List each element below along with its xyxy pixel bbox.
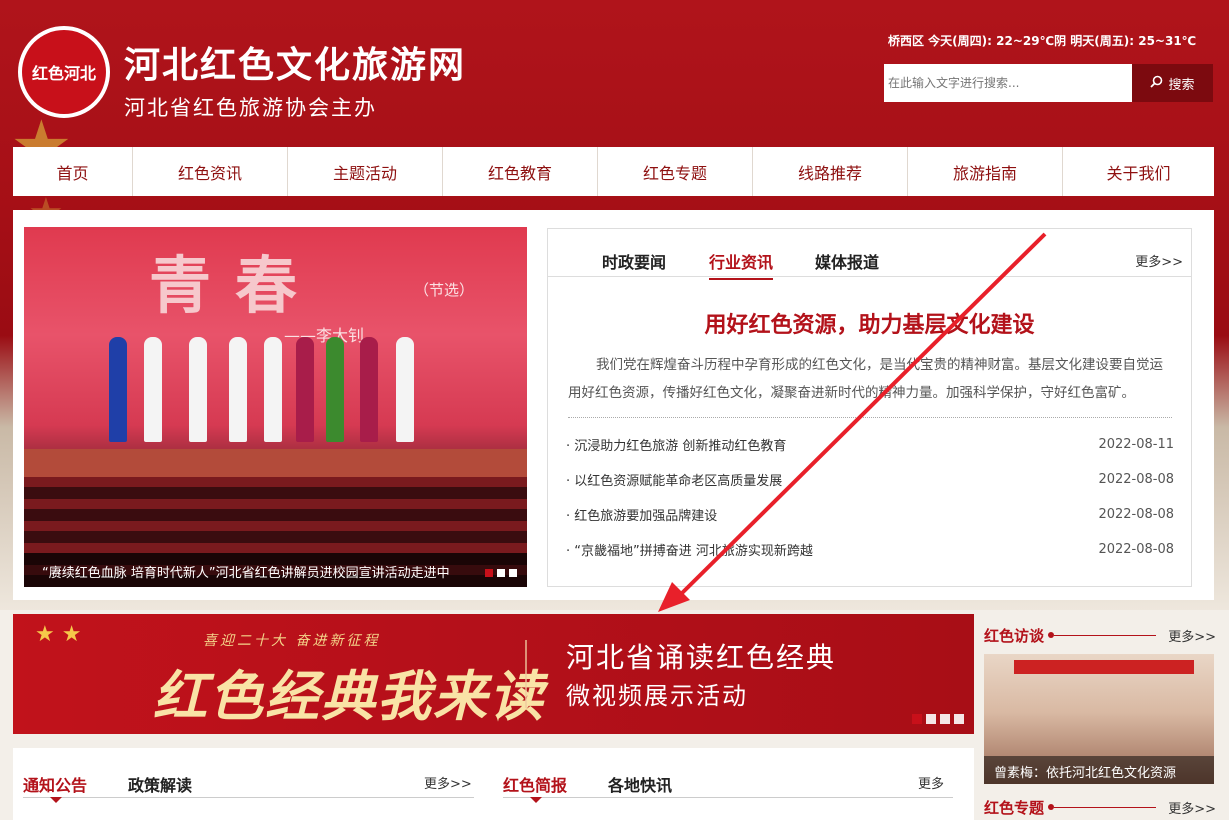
news-slideshow[interactable]: 青春 （节选） ——李大钊 “赓续红色血脉 培育时代新人”河北省红色讲解员进校园…: [24, 227, 527, 587]
notices-more-link[interactable]: 更多>>: [424, 773, 472, 792]
news-summary: 我们党在辉煌奋斗历程中孕育形成的红色文化，是当代宝贵的精神财富。基层文化建设要自…: [568, 357, 1163, 401]
news-list: · 沉浸助力红色旅游 创新推动红色教育 2022-08-11 · 以红色资源赋能…: [566, 427, 1174, 567]
nav-item-about-us[interactable]: 关于我们: [1063, 147, 1214, 196]
news-item-date: 2022-08-08: [1098, 472, 1174, 487]
nav-item-red-education[interactable]: 红色教育: [443, 147, 598, 196]
news-more-link[interactable]: 更多>>: [1135, 251, 1183, 270]
site-subtitle: 河北省红色旅游协会主办: [124, 96, 377, 120]
slide-backdrop-note: （节选）: [414, 281, 475, 299]
list-item[interactable]: · 红色旅游要加强品牌建设 2022-08-08: [566, 497, 1174, 532]
news-item-title: · “京畿福地”拼搏奋进 河北旅游实现新跨越: [566, 544, 813, 559]
logo-text: 红色河北: [31, 64, 96, 83]
slide-dot[interactable]: [485, 569, 493, 577]
sidebar-topics-header: 红色专题 更多>>: [984, 796, 1216, 818]
banner-right-line1: 河北省诵读红色经典: [566, 641, 837, 674]
stage-person: [229, 337, 247, 442]
search-icon: [1150, 75, 1163, 92]
news-item-title: · 红色旅游要加强品牌建设: [566, 509, 718, 524]
sidebar-interviews-more[interactable]: 更多>>: [1168, 626, 1216, 645]
slide-dot[interactable]: [509, 569, 517, 577]
slide-dot[interactable]: [497, 569, 505, 577]
banner-dot[interactable]: [912, 714, 922, 724]
tab-media-reports[interactable]: 媒体报道: [815, 249, 879, 273]
interview-caption[interactable]: 曾素梅：依托河北红色文化资源: [984, 756, 1214, 784]
banner-dot[interactable]: [954, 714, 964, 724]
banner-pager: [912, 714, 964, 724]
slide-backdrop-title: 青春: [149, 249, 322, 322]
nav-item-home[interactable]: 首页: [13, 147, 133, 196]
banner-title: 红色经典我来读: [153, 664, 545, 728]
slide-caption[interactable]: “赓续红色血脉 培育时代新人”河北省红色讲解员进校园宣讲活动走进中: [24, 553, 527, 587]
banner-right-line2: 微视频展示活动: [566, 682, 748, 710]
tab-underline: [503, 797, 953, 798]
stage-person: [296, 337, 314, 442]
meeting-banner: [1014, 660, 1194, 674]
news-item-title: · 以红色资源赋能革命老区高质量发展: [566, 474, 783, 489]
news-item-title: · 沉浸助力红色旅游 创新推动红色教育: [566, 439, 787, 454]
nav-item-route-recommend[interactable]: 线路推荐: [753, 147, 908, 196]
interview-image[interactable]: 曾素梅：依托河北红色文化资源: [984, 654, 1214, 784]
tab-notices[interactable]: 通知公告: [23, 772, 87, 796]
search-button-label: 搜索: [1168, 77, 1195, 93]
stage-person: [264, 337, 282, 442]
banner-slogan: 喜迎二十大 奋进新征程: [203, 633, 381, 649]
header-rule: [1054, 806, 1157, 808]
news-headline[interactable]: 用好红色资源，助力基层文化建设: [548, 307, 1191, 339]
site-logo[interactable]: 红色河北: [18, 26, 110, 118]
stage-person: [189, 337, 207, 442]
tab-policy-interpretation[interactable]: 政策解读: [128, 772, 192, 796]
active-tab-marker: [50, 797, 62, 803]
stage-person: [144, 337, 162, 442]
news-tabs: 时政要闻 行业资讯 媒体报道 更多>>: [548, 229, 1191, 280]
nav-item-red-news[interactable]: 红色资讯: [133, 147, 288, 196]
slide-pager: [485, 569, 517, 577]
list-item[interactable]: · “京畿福地”拼搏奋进 河北旅游实现新跨越 2022-08-08: [566, 532, 1174, 567]
news-panel: 时政要闻 行业资讯 媒体报道 更多>> 用好红色资源，助力基层文化建设 我们党在…: [547, 228, 1192, 587]
header-rule: [1054, 634, 1157, 636]
star-flag-icon: ★ ★: [35, 622, 82, 647]
nav-item-theme-activities[interactable]: 主题活动: [288, 147, 443, 196]
stage-person: [326, 337, 344, 442]
logo-mark: 红色河北: [22, 30, 106, 114]
main-nav: 首页 红色资讯 主题活动 红色教育 红色专题 线路推荐 旅游指南 关于我们: [13, 147, 1214, 196]
tab-politics-news[interactable]: 时政要闻: [602, 249, 666, 273]
sidebar-topics-title[interactable]: 红色专题: [984, 797, 1044, 818]
sidebar-interviews-title[interactable]: 红色访谈: [984, 625, 1044, 646]
news-divider: [568, 417, 1172, 418]
tab-red-briefing[interactable]: 红色简报: [503, 772, 567, 796]
site-title[interactable]: 河北红色文化旅游网: [124, 36, 466, 88]
news-item-date: 2022-08-11: [1098, 437, 1174, 452]
stage-floor: [24, 449, 527, 477]
list-item[interactable]: · 沉浸助力红色旅游 创新推动红色教育 2022-08-11: [566, 427, 1174, 462]
tab-industry-news[interactable]: 行业资讯: [709, 249, 774, 280]
search-button[interactable]: 搜索: [1132, 64, 1213, 102]
stage-person: [109, 337, 127, 442]
tab-underline: [23, 797, 474, 798]
weather-info: 桥西区 今天(周四): 22~29℃阴 明天(周五): 25~31℃: [888, 34, 1197, 48]
banner-dot[interactable]: [926, 714, 936, 724]
reading-campaign-banner[interactable]: ★ ★ 喜迎二十大 奋进新征程 红色经典我来读 河北省诵读红色经典 微视频展示活…: [13, 614, 974, 734]
tab-local-news[interactable]: 各地快讯: [608, 772, 672, 796]
sidebar-interviews-header: 红色访谈 更多>>: [984, 624, 1216, 646]
briefing-more-link[interactable]: 更多: [918, 773, 944, 792]
nav-item-travel-guide[interactable]: 旅游指南: [908, 147, 1063, 196]
banner-dot[interactable]: [940, 714, 950, 724]
sidebar-topics-more[interactable]: 更多>>: [1168, 798, 1216, 817]
news-item-date: 2022-08-08: [1098, 542, 1174, 557]
news-item-date: 2022-08-08: [1098, 507, 1174, 522]
banner-divider: [525, 640, 527, 708]
active-tab-marker: [530, 797, 542, 803]
stage-person: [360, 337, 378, 442]
list-item[interactable]: · 以红色资源赋能革命老区高质量发展 2022-08-08: [566, 462, 1174, 497]
search-input[interactable]: [884, 64, 1132, 102]
nav-item-red-topics[interactable]: 红色专题: [598, 147, 753, 196]
stage-person: [396, 337, 414, 442]
